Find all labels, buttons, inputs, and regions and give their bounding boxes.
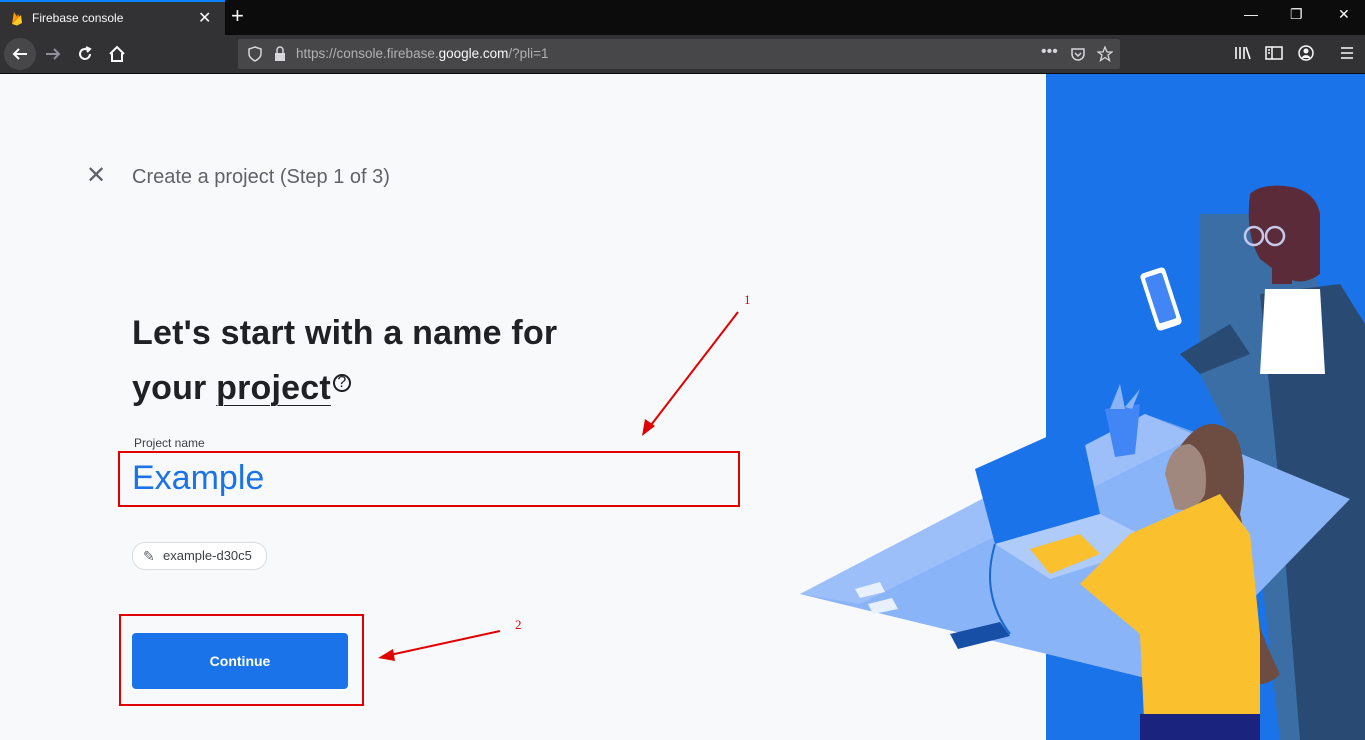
- browser-tab[interactable]: Firebase console ✕: [0, 0, 225, 35]
- bookmark-star-icon[interactable]: [1097, 46, 1113, 62]
- window-close-button[interactable]: ✕: [1338, 6, 1350, 23]
- step-title: Create a project (Step 1 of 3): [132, 166, 390, 188]
- annotation-arrowhead-2: [378, 649, 395, 661]
- tab-title: Firebase console: [32, 11, 124, 25]
- close-wizard-icon[interactable]: ✕: [86, 164, 106, 188]
- headline-line2: your: [132, 369, 217, 407]
- page-actions-icon[interactable]: •••: [1041, 43, 1058, 61]
- headline-line1: Let's start with a name for: [132, 314, 558, 352]
- menu-icon[interactable]: [1339, 45, 1355, 61]
- account-icon[interactable]: [1298, 45, 1314, 61]
- tab-close-icon[interactable]: ✕: [198, 8, 211, 28]
- project-help-link[interactable]: project: [216, 369, 331, 407]
- new-tab-button[interactable]: +: [231, 3, 244, 29]
- back-button[interactable]: [4, 38, 36, 70]
- library-icon[interactable]: [1234, 45, 1252, 61]
- url-text[interactable]: https://console.firebase.google.com/?pli…: [296, 46, 549, 61]
- annotation-number-1: 1: [744, 292, 751, 307]
- restore-button[interactable]: ❐: [1290, 6, 1303, 23]
- project-id-chip[interactable]: ✎ example-d30c5: [132, 542, 267, 570]
- annotation-arrow-2: [389, 630, 501, 656]
- home-button[interactable]: [101, 38, 133, 70]
- lock-icon[interactable]: [274, 46, 286, 62]
- annotation-arrow-1: [647, 311, 739, 430]
- project-id-text: example-d30c5: [163, 548, 252, 563]
- standing-person-neck: [1272, 244, 1292, 284]
- home-icon: [109, 45, 125, 62]
- browser-tab-bar: Firebase console ✕ + — ❐ ✕: [0, 0, 1365, 35]
- project-name-label: Project name: [134, 436, 205, 450]
- back-arrow-icon: [12, 48, 27, 60]
- project-illustration: [800, 74, 1365, 740]
- minimize-button[interactable]: —: [1244, 6, 1258, 22]
- pencil-icon: ✎: [143, 548, 155, 564]
- forward-button[interactable]: [37, 38, 69, 70]
- page-content: ✕ Create a project (Step 1 of 3) Let's s…: [0, 74, 1365, 740]
- pocket-icon[interactable]: [1070, 46, 1086, 62]
- annotation-box-1: [118, 451, 740, 507]
- annotation-number-2: 2: [515, 617, 522, 632]
- shield-icon[interactable]: [248, 46, 262, 62]
- annotation-arrowhead-1: [642, 419, 655, 436]
- page-headline: Let's start with a name for your project…: [132, 306, 652, 416]
- reload-icon: [79, 46, 92, 60]
- reload-button[interactable]: [69, 38, 101, 70]
- address-bar[interactable]: https://console.firebase.google.com/?pli…: [238, 39, 1120, 69]
- forward-arrow-icon: [46, 48, 61, 60]
- sidebar-icon[interactable]: [1265, 45, 1283, 61]
- sitting-person-pants: [1140, 714, 1260, 740]
- standing-person-shirt: [1260, 289, 1325, 374]
- annotation-box-2: [119, 614, 364, 706]
- browser-toolbar: https://console.firebase.google.com/?pli…: [0, 35, 1365, 74]
- firebase-icon: [12, 12, 22, 26]
- help-icon[interactable]: ?: [332, 373, 351, 392]
